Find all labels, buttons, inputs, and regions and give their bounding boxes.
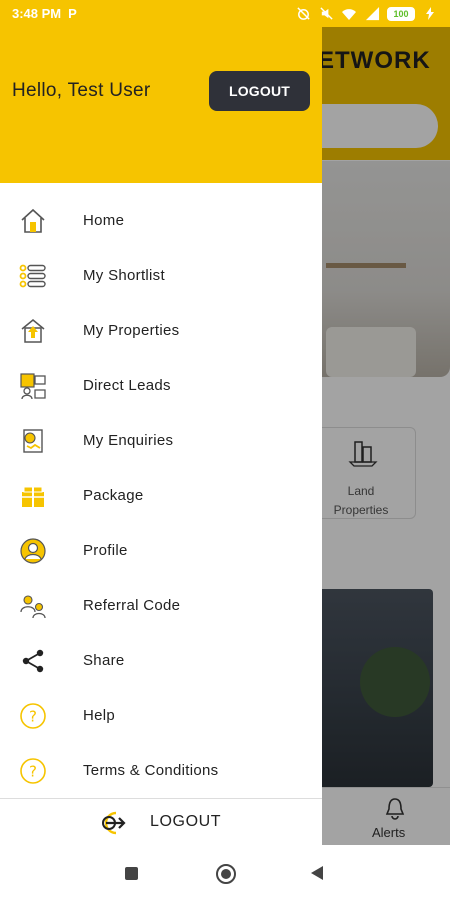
back-button[interactable] [311,866,323,880]
menu-item-my-properties[interactable]: My Properties [0,303,322,358]
mute-icon [318,6,334,22]
menu-label-home: Home [83,212,125,229]
enquiries-icon [18,426,48,456]
system-navigation-bar [0,845,450,900]
wifi-icon [341,6,357,22]
list-icon [18,261,48,291]
menu-label-my-enquiries: My Enquiries [83,432,174,449]
menu-label-share: Share [83,652,125,669]
menu-label-my-properties: My Properties [83,322,180,339]
menu-label-my-shortlist: My Shortlist [83,267,165,284]
referral-icon [18,591,48,621]
status-icons: 100 [295,6,438,22]
leads-icon [18,371,48,401]
svg-text:?: ? [29,762,37,780]
menu-item-share[interactable]: Share [0,633,322,688]
home-icon [18,206,48,236]
logout-icon [102,811,126,835]
share-icon [18,646,48,676]
notification-p-icon: P [68,6,77,21]
drawer-footer-logout[interactable]: LOGOUT [0,798,322,845]
help-icon: ? [18,701,48,731]
menu-item-my-enquiries[interactable]: My Enquiries [0,413,322,468]
menu-label-referral-code: Referral Code [83,597,181,614]
menu-label-profile: Profile [83,542,128,559]
drawer-header: Hello, Test User LOGOUT [0,27,322,183]
drawer-menu: Home My Shortlist My Properties Direct L… [0,193,322,798]
properties-icon [18,316,48,346]
home-button[interactable] [216,864,236,884]
package-icon [18,481,48,511]
menu-item-profile[interactable]: Profile [0,523,322,578]
footer-logout-label: LOGOUT [150,813,222,830]
user-greeting: Hello, Test User [12,80,151,101]
menu-item-direct-leads[interactable]: Direct Leads [0,358,322,413]
terms-icon: ? [18,756,48,786]
menu-label-terms-conditions: Terms & Conditions [83,762,219,779]
navigation-drawer: Hello, Test User LOGOUT Home My Shortlis… [0,27,322,845]
menu-item-home[interactable]: Home [0,193,322,248]
menu-label-help: Help [83,707,116,724]
profile-icon [18,536,48,566]
menu-label-package: Package [83,487,144,504]
menu-item-package[interactable]: Package [0,468,322,523]
menu-label-direct-leads: Direct Leads [83,377,171,394]
menu-item-help[interactable]: ? Help [0,688,322,743]
recents-button[interactable] [125,867,138,880]
menu-item-my-shortlist[interactable]: My Shortlist [0,248,322,303]
signal-x-icon [364,6,380,22]
status-bar: 3:48 PM P 100 [0,0,450,27]
charging-icon [422,6,438,22]
battery-icon: 100 [387,6,415,21]
menu-item-referral-code[interactable]: Referral Code [0,578,322,633]
svg-text:?: ? [29,707,37,725]
header-logout-button[interactable]: LOGOUT [209,71,310,111]
alarm-off-icon [295,6,311,22]
status-time: 3:48 PM [12,6,62,21]
menu-item-terms-conditions[interactable]: ? Terms & Conditions [0,743,322,798]
